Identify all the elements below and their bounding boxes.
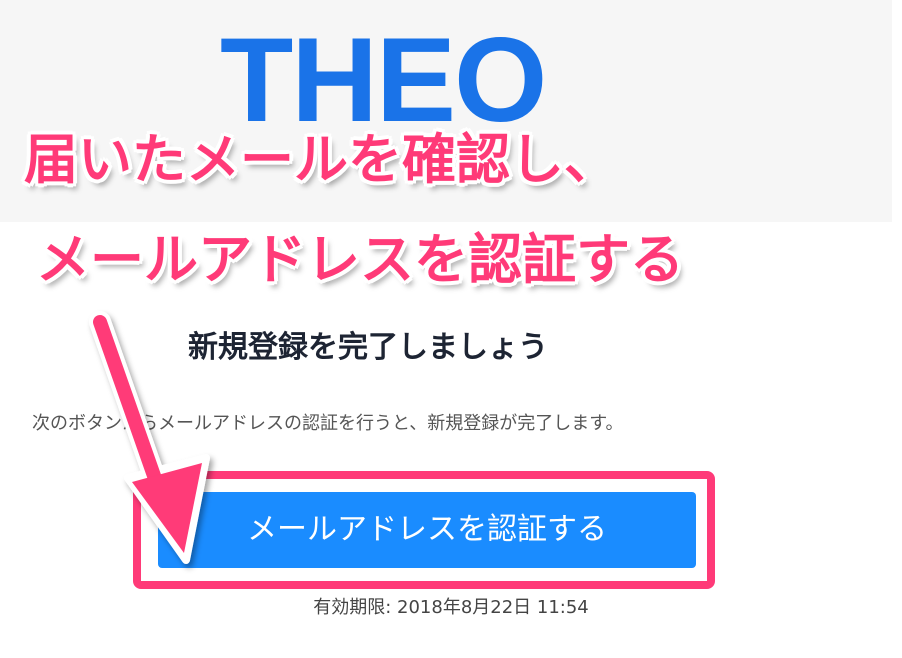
logo-text: THEO bbox=[220, 20, 547, 130]
theo-logo: THEO bbox=[220, 20, 650, 130]
verify-email-button[interactable]: メールアドレスを認証する bbox=[158, 492, 696, 568]
description-text: 次のボタンからメールアドレスの認証を行うと、新規登録が完了します。 bbox=[32, 413, 624, 434]
expiry-text: 有効期限: 2018年8月22日 11:54 bbox=[313, 597, 589, 618]
overlay-headline-line1: 届いたメールを確認し、 bbox=[24, 128, 618, 191]
overlay-headline-line2: メールアドレスを認証する bbox=[36, 228, 684, 291]
page-title: 新規登録を完了しましょう bbox=[188, 330, 548, 365]
